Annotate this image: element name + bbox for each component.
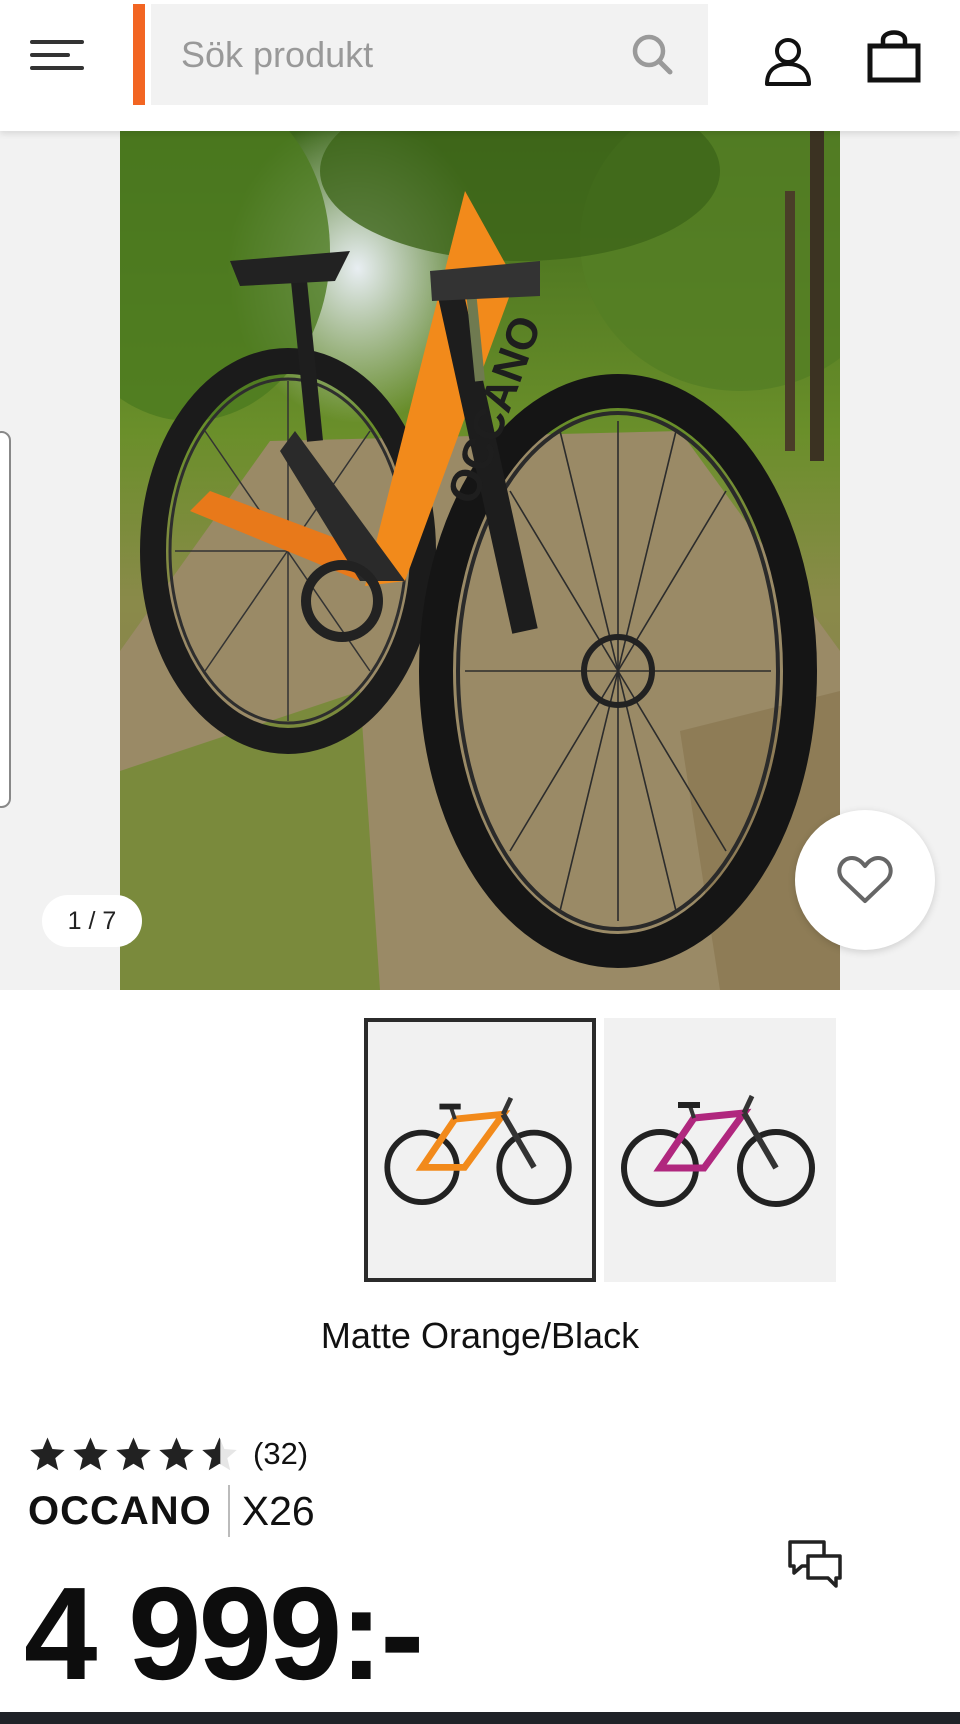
star-icon xyxy=(116,1436,151,1470)
top-header xyxy=(0,0,960,131)
model-name: X26 xyxy=(241,1487,315,1534)
product-price: 4 999:- xyxy=(24,1560,424,1707)
color-thumbnail-orange[interactable] xyxy=(364,1018,596,1282)
cart-icon[interactable] xyxy=(866,26,922,84)
image-counter: 1 / 7 xyxy=(42,895,142,947)
thumbnail-image xyxy=(384,1096,572,1206)
favorite-button[interactable] xyxy=(795,810,935,950)
product-photo[interactable]: OCCANO xyxy=(120,131,840,990)
star-icon xyxy=(30,1436,65,1470)
brand-name[interactable]: OCCANO xyxy=(28,1489,212,1534)
menu-icon[interactable] xyxy=(30,28,100,82)
previous-image-peek[interactable] xyxy=(0,431,11,808)
review-count: (32) xyxy=(253,1436,309,1471)
search-input[interactable] xyxy=(181,4,601,105)
half-star-icon xyxy=(202,1436,237,1470)
star-icon xyxy=(159,1436,194,1470)
bottom-bar xyxy=(0,1712,960,1724)
product-title: OCCANO X26 xyxy=(28,1484,315,1538)
brand-divider xyxy=(227,1485,230,1537)
color-thumbnail-magenta[interactable] xyxy=(604,1018,836,1282)
search-bar[interactable] xyxy=(151,4,708,105)
account-icon[interactable] xyxy=(762,36,814,88)
star-icon xyxy=(73,1436,108,1470)
heart-icon xyxy=(837,856,893,903)
product-image-gallery[interactable]: OCCANO 1 / 7 xyxy=(0,131,960,990)
thumbnail-image xyxy=(621,1094,815,1207)
search-accent-bar xyxy=(133,4,145,105)
selected-color-name: Matte Orange/Black xyxy=(320,1315,640,1356)
product-rating[interactable]: (32) xyxy=(28,1434,308,1474)
search-icon[interactable] xyxy=(630,32,674,76)
chat-icon[interactable] xyxy=(786,1536,844,1594)
